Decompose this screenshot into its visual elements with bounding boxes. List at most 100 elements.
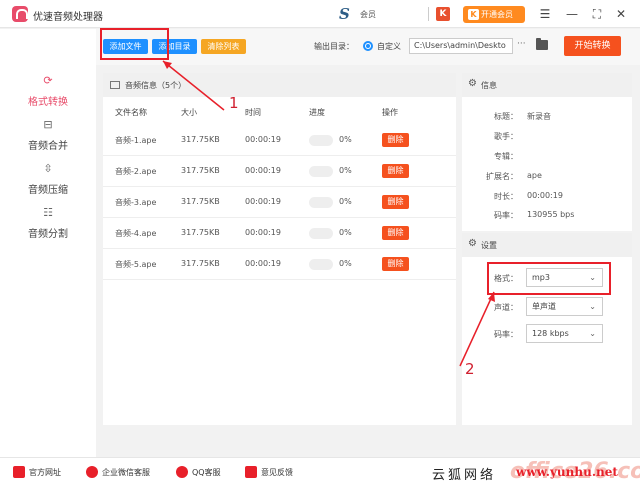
info-key-album: 专辑：	[494, 152, 518, 161]
start-convert-button[interactable]: 开始转换	[564, 36, 621, 56]
watermark: 云狐网络 office26.com www.yunhu.net	[426, 459, 640, 485]
close-icon[interactable]: ✕	[614, 7, 628, 21]
file-name: 音频-3.ape	[115, 198, 157, 207]
table-row[interactable]: 音频-5.ape 317.75KB 00:00:19 0% 删除	[103, 249, 456, 280]
info-key-duration: 时长：	[494, 192, 518, 201]
bitrate-value: 128 kbps	[532, 329, 569, 338]
wechat-service-label: 企业微信客服	[102, 468, 150, 477]
official-site-link[interactable]: 官方网址	[13, 466, 61, 478]
feedback-icon	[245, 466, 257, 478]
sidebar: ⟳ 格式转换 ⊟ 音频合并 ⇳ 音频压缩 ☷ 音频分割	[0, 29, 96, 457]
audio-list-panel: 音频信息（5个） 文件名称 大小 时间 进度 操作 音频-1.ape 317.7…	[103, 73, 456, 425]
table-row[interactable]: 音频-4.ape 317.75KB 00:00:19 0% 删除	[103, 218, 456, 249]
channel-value: 单声道	[532, 302, 556, 311]
gear-icon: ⚙	[468, 238, 477, 249]
split-icon: ☷	[43, 206, 53, 219]
progress-text: 0%	[339, 197, 352, 206]
title-bar: 优速音频处理器 S 会员 K K 开通会员 ☰ — ⛶ ✕	[0, 0, 640, 28]
website-icon	[13, 466, 25, 478]
file-size: 317.75KB	[181, 259, 220, 268]
account-name[interactable]: 会员	[360, 9, 376, 20]
file-time: 00:00:19	[245, 135, 281, 144]
vip-k-icon: K	[468, 9, 479, 20]
sidebar-item-label: 音频合并	[28, 141, 68, 152]
progress-bar	[309, 228, 333, 239]
bitrate-label: 码率：	[494, 330, 518, 339]
column-header-name: 文件名称	[115, 108, 147, 117]
sidebar-item-label: 格式转换	[28, 97, 68, 108]
file-name: 音频-5.ape	[115, 260, 157, 269]
vip-badge-icon: K	[436, 7, 450, 21]
watermark-url: www.yunhu.net	[516, 465, 618, 479]
progress-text: 0%	[339, 228, 352, 237]
output-path-input[interactable]: C:\Users\admin\Deskto	[409, 38, 513, 54]
info-header: ⚙ 信息	[462, 73, 632, 97]
file-size: 317.75KB	[181, 197, 220, 206]
sidebar-item-audio-split[interactable]: ☷ 音频分割	[0, 206, 96, 250]
annotation-box-add-file	[100, 28, 169, 60]
sidebar-item-audio-compress[interactable]: ⇳ 音频压缩	[0, 162, 96, 206]
official-site-label: 官方网址	[29, 468, 61, 477]
qq-service-label: QQ客服	[192, 468, 221, 477]
chevron-down-icon: ⌄	[589, 302, 596, 311]
path-browse-button[interactable]: ···	[517, 39, 526, 49]
bitrate-select[interactable]: 128 kbps ⌄	[526, 324, 603, 343]
table-row[interactable]: 音频-2.ape 317.75KB 00:00:19 0% 删除	[103, 156, 456, 187]
delete-button[interactable]: 删除	[382, 133, 409, 147]
info-value-duration: 00:00:19	[527, 191, 563, 200]
sidebar-item-label: 音频压缩	[28, 185, 68, 196]
wechat-service-link[interactable]: 企业微信客服	[86, 466, 150, 478]
progress-text: 0%	[339, 259, 352, 268]
file-time: 00:00:19	[245, 259, 281, 268]
watermark-cn: 云狐网络	[432, 468, 497, 483]
file-name: 音频-4.ape	[115, 229, 157, 238]
file-time: 00:00:19	[245, 166, 281, 175]
info-key-title: 标题：	[494, 112, 518, 121]
audio-list-header: 音频信息（5个）	[103, 73, 456, 97]
file-size: 317.75KB	[181, 135, 220, 144]
feedback-label: 意见反馈	[261, 468, 293, 477]
column-header-size: 大小	[181, 108, 197, 117]
delete-button[interactable]: 删除	[382, 257, 409, 271]
app-logo-icon	[12, 6, 28, 22]
sidebar-item-audio-merge[interactable]: ⊟ 音频合并	[0, 118, 96, 162]
table-row[interactable]: 音频-1.ape 317.75KB 00:00:19 0% 删除	[103, 125, 456, 156]
channel-label: 声道：	[494, 303, 518, 312]
output-dir-label: 输出目录：	[314, 42, 354, 51]
open-vip-label: 开通会员	[481, 10, 513, 19]
folder-icon[interactable]	[536, 38, 548, 50]
gear-icon: ⚙	[468, 78, 477, 89]
file-name: 音频-1.ape	[115, 136, 157, 145]
channel-select[interactable]: 单声道 ⌄	[526, 297, 603, 316]
settings-header: ⚙ 设置	[462, 233, 632, 257]
progress-bar	[309, 166, 333, 177]
open-vip-button[interactable]: K 开通会员	[463, 6, 525, 23]
annotation-box-format	[487, 262, 611, 295]
info-key-artist: 歌手：	[494, 132, 518, 141]
info-value-extension: ape	[527, 171, 542, 180]
custom-dir-radio[interactable]	[363, 41, 373, 51]
compress-icon: ⇳	[43, 162, 53, 175]
qq-service-link[interactable]: QQ客服	[176, 466, 221, 478]
maximize-icon[interactable]: ⛶	[590, 7, 604, 21]
image-icon	[110, 81, 120, 89]
file-time: 00:00:19	[245, 228, 281, 237]
info-panel: ⚙ 信息 标题： 新录音 歌手： 专辑： 扩展名： ape 时长： 00:00:…	[462, 73, 632, 231]
toolbar: 添加文件 添加目录 清除列表 输出目录： 自定义 C:\Users\admin\…	[96, 29, 640, 65]
info-title: 信息	[481, 81, 497, 90]
delete-button[interactable]: 删除	[382, 226, 409, 240]
minimize-icon[interactable]: —	[565, 7, 579, 21]
wechat-icon	[86, 466, 98, 478]
file-size: 317.75KB	[181, 228, 220, 237]
custom-dir-label[interactable]: 自定义	[377, 41, 401, 52]
user-avatar-icon[interactable]: S	[339, 6, 355, 22]
sidebar-item-format-convert[interactable]: ⟳ 格式转换	[0, 74, 96, 118]
annotation-step-1: 1	[229, 94, 239, 112]
clear-list-button[interactable]: 清除列表	[201, 39, 246, 54]
menu-icon[interactable]: ☰	[538, 7, 552, 21]
table-row[interactable]: 音频-3.ape 317.75KB 00:00:19 0% 删除	[103, 187, 456, 218]
delete-button[interactable]: 删除	[382, 195, 409, 209]
feedback-link[interactable]: 意见反馈	[245, 466, 293, 478]
column-header-time: 时间	[245, 108, 261, 117]
delete-button[interactable]: 删除	[382, 164, 409, 178]
